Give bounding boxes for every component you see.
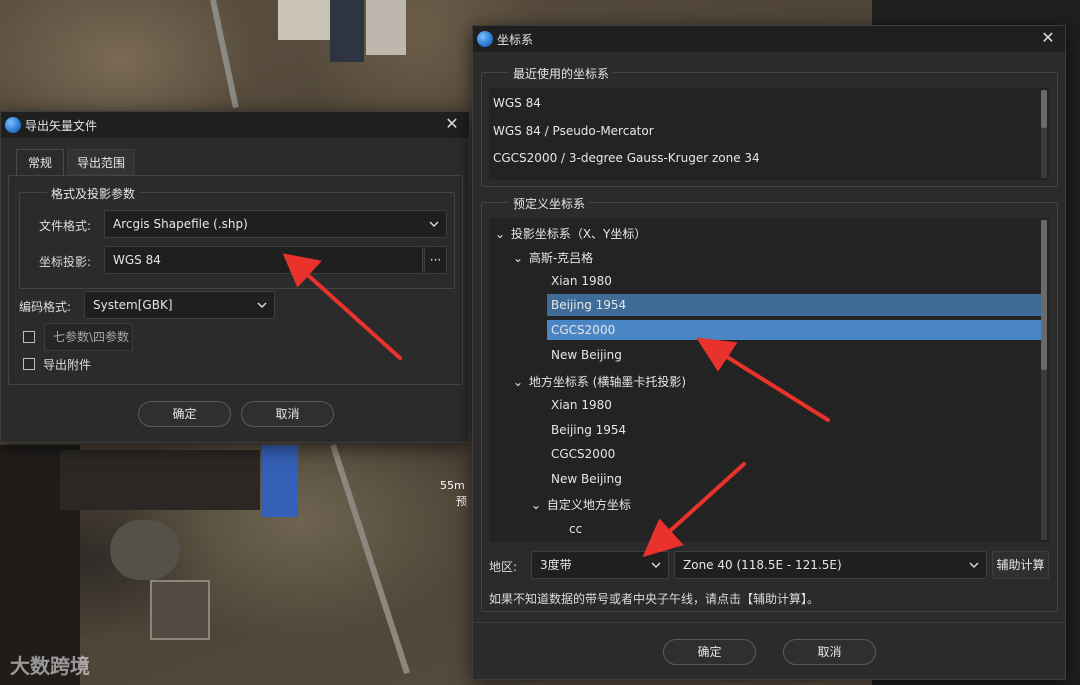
tab-general[interactable]: 常规 xyxy=(16,149,64,175)
tree-item-local-newbeijing[interactable]: New Beijing xyxy=(551,472,622,486)
export-attachment-checkbox[interactable] xyxy=(23,358,35,370)
tree-node-local[interactable]: ⌄ 地方坐标系 (横轴墨卡托投影) xyxy=(513,373,686,390)
map-label: 55m xyxy=(440,479,465,492)
tree-node-label: 自定义地方坐标 xyxy=(546,498,631,512)
cancel-button[interactable]: 取消 xyxy=(783,639,876,665)
ok-button[interactable]: 确定 xyxy=(138,401,231,427)
region-select[interactable]: 3度带 xyxy=(531,551,669,579)
app-globe-icon xyxy=(477,31,493,47)
recent-crs-item[interactable]: WGS 84 xyxy=(493,96,541,110)
projection-label: 坐标投影: xyxy=(39,255,92,269)
zone-select[interactable]: Zone 40 (118.5E - 121.5E) xyxy=(674,551,987,579)
close-icon[interactable]: ✕ xyxy=(1039,29,1057,47)
predefined-crs-title: 预定义坐标系 xyxy=(509,195,590,212)
close-icon[interactable]: ✕ xyxy=(443,115,461,133)
tree-item-local-beijing1954[interactable]: Beijing 1954 xyxy=(551,423,626,437)
format-projection-group xyxy=(19,192,455,289)
ok-button[interactable]: 确定 xyxy=(663,639,756,665)
projection-browse-button[interactable]: ··· xyxy=(424,246,447,274)
projection-value: WGS 84 xyxy=(113,253,161,267)
tree-item-local-xian1980[interactable]: Xian 1980 xyxy=(551,398,612,412)
tree-item-cgcs2000[interactable]: CGCS2000 xyxy=(547,320,1041,340)
group-title: 格式及投影参数 xyxy=(47,185,140,202)
map-building xyxy=(278,0,338,40)
tree-item-xian1980[interactable]: Xian 1980 xyxy=(551,274,612,288)
assist-calc-button[interactable]: 辅助计算 xyxy=(992,551,1049,579)
tree-node-gauss[interactable]: ⌄ 高斯-克吕格 xyxy=(513,249,593,266)
chevron-down-icon xyxy=(256,292,268,318)
map-building xyxy=(366,0,406,55)
tree-item-local-cgcs2000[interactable]: CGCS2000 xyxy=(551,447,615,461)
tree-node-projected[interactable]: ⌄ 投影坐标系（X、Y坐标） xyxy=(495,225,646,242)
tree-node-label: 地方坐标系 (横轴墨卡托投影) xyxy=(528,375,687,389)
recent-crs-item[interactable]: CGCS2000 / 3-degree Gauss-Kruger zone 34 xyxy=(493,151,760,165)
tab-export-range[interactable]: 导出范围 xyxy=(67,149,135,175)
map-road xyxy=(330,444,411,675)
export-vector-dialog: 导出矢量文件 ✕ 常规 导出范围 格式及投影参数 文件格式: Arcgis Sh… xyxy=(0,111,470,443)
app-globe-icon xyxy=(5,117,21,133)
chevron-down-icon xyxy=(968,552,980,578)
map-building xyxy=(330,0,364,62)
map-blue-roof xyxy=(262,445,298,517)
coordinate-system-dialog: 坐标系 ✕ 最近使用的坐标系 WGS 84 WGS 84 / Pseudo-Me… xyxy=(472,25,1066,680)
seven-param-field[interactable]: 七参数\四参数 xyxy=(44,323,133,351)
tree-node-custom[interactable]: ⌄ 自定义地方坐标 xyxy=(531,496,631,513)
file-format-label: 文件格式: xyxy=(39,219,92,233)
titlebar: 坐标系 ✕ xyxy=(473,26,1065,52)
projection-field[interactable]: WGS 84 xyxy=(104,246,423,274)
zone-value: Zone 40 (118.5E - 121.5E) xyxy=(683,558,842,572)
tree-scroll-thumb[interactable] xyxy=(1041,220,1047,370)
recent-scroll-thumb[interactable] xyxy=(1041,90,1047,128)
tree-node-label: 高斯-克吕格 xyxy=(528,251,594,265)
divider xyxy=(473,622,1065,623)
map-structure xyxy=(110,520,180,580)
chevron-down-icon: ⌄ xyxy=(513,251,524,265)
map-dark-area xyxy=(60,450,260,510)
encoding-value: System[GBK] xyxy=(93,298,173,312)
chevron-down-icon xyxy=(428,211,440,237)
watermark: 大数跨境 xyxy=(10,654,90,678)
encoding-label: 编码格式: xyxy=(19,300,72,314)
recent-crs-title: 最近使用的坐标系 xyxy=(509,65,614,82)
seven-param-checkbox[interactable] xyxy=(23,331,35,343)
chevron-down-icon: ⌄ xyxy=(513,375,524,389)
hint-text: 如果不知道数据的带号或者中央子午线，请点击【辅助计算】。 xyxy=(489,592,820,606)
cancel-button[interactable]: 取消 xyxy=(241,401,334,427)
chevron-down-icon: ⌄ xyxy=(531,498,542,512)
map-structure xyxy=(150,580,210,640)
tree-item-beijing1954[interactable]: Beijing 1954 xyxy=(547,294,1041,316)
file-format-value: Arcgis Shapefile (.shp) xyxy=(113,217,248,231)
region-label: 地区: xyxy=(489,560,518,574)
tree-item-custom-cc[interactable]: cc xyxy=(569,522,582,536)
tree-node-label: 投影坐标系（X、Y坐标） xyxy=(510,227,647,241)
dialog-title: 导出矢量文件 xyxy=(25,118,98,133)
file-format-select[interactable]: Arcgis Shapefile (.shp) xyxy=(104,210,447,238)
export-attachment-label: 导出附件 xyxy=(43,358,92,372)
recent-crs-item[interactable]: WGS 84 / Pseudo-Mercator xyxy=(493,124,654,138)
dialog-title: 坐标系 xyxy=(497,32,534,47)
map-label: 预 xyxy=(456,495,467,508)
titlebar: 导出矢量文件 ✕ xyxy=(1,112,469,138)
chevron-down-icon xyxy=(650,552,662,578)
region-value: 3度带 xyxy=(540,558,572,572)
map-road xyxy=(210,0,239,109)
seven-param-label: 七参数\四参数 xyxy=(53,330,130,344)
encoding-select[interactable]: System[GBK] xyxy=(84,291,275,319)
chevron-down-icon: ⌄ xyxy=(495,227,506,241)
tree-item-newbeijing[interactable]: New Beijing xyxy=(551,348,622,362)
